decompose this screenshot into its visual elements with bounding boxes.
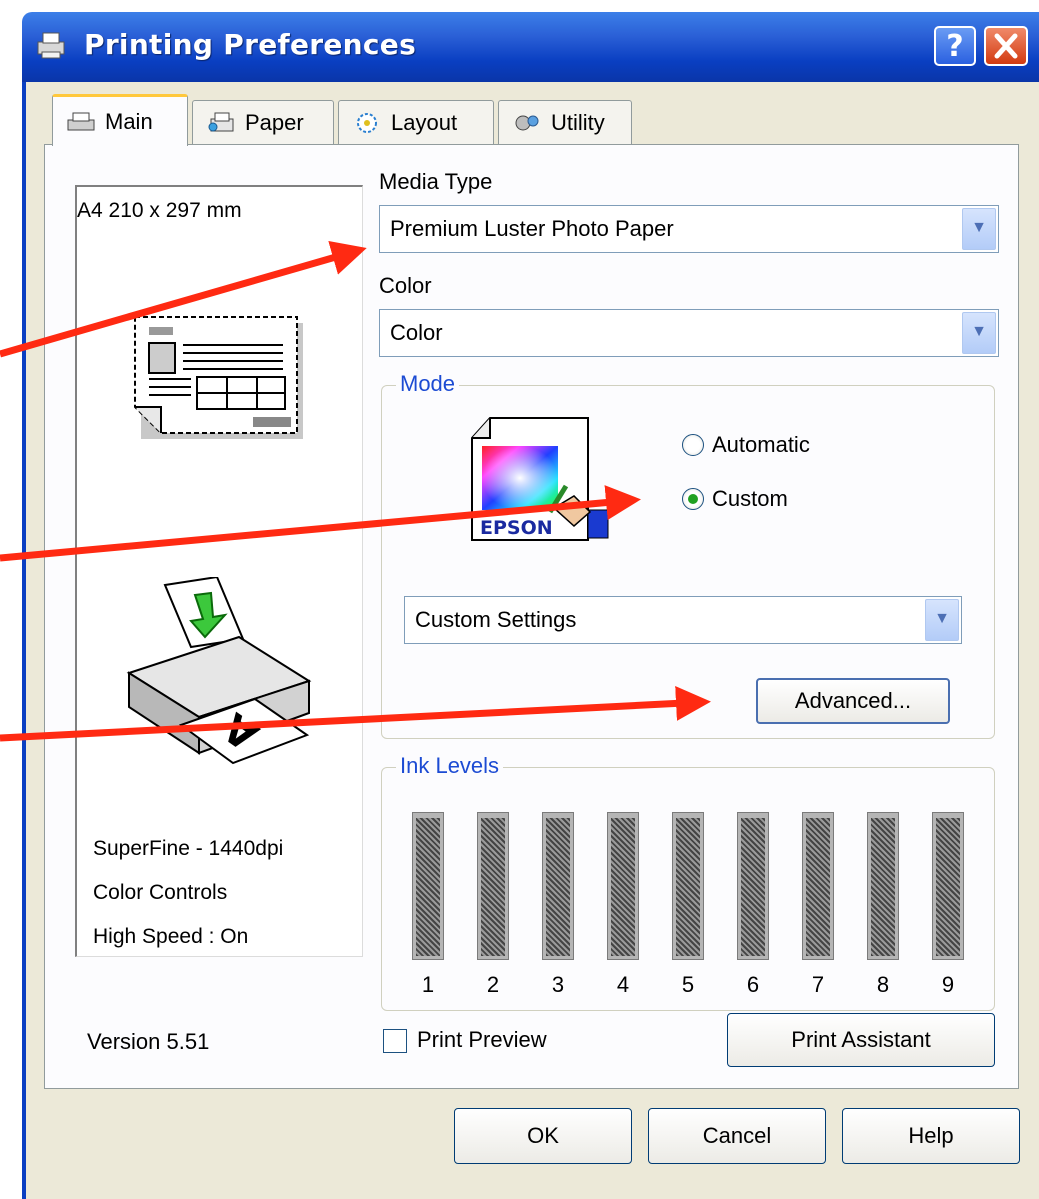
- automatic-radio-label: Automatic: [712, 432, 810, 457]
- ink-level-fill: [481, 818, 505, 956]
- title-bar[interactable]: Printing Preferences ?: [22, 12, 1039, 82]
- media-type-label: Media Type: [379, 169, 493, 194]
- ink-cartridge-number: 4: [616, 972, 630, 997]
- automatic-radio[interactable]: [682, 434, 704, 456]
- custom-settings-select[interactable]: Custom Settings ▼: [404, 596, 962, 644]
- printing-preferences-dialog: Printing Preferences ? Main Paper Layout…: [0, 0, 1039, 1199]
- dialog-client-area: Main Paper Layout Utility A4 210 x 297 m…: [22, 82, 1039, 1199]
- print-preview-checkbox[interactable]: [383, 1029, 407, 1053]
- color-value: Color: [390, 320, 443, 345]
- resolution-text: SuperFine - 1440dpi: [93, 837, 284, 860]
- printer-icon: [37, 32, 65, 59]
- ink-level-fill: [871, 818, 895, 956]
- ink-cartridge-number: 1: [421, 972, 435, 997]
- custom-radio-label: Custom: [712, 486, 788, 511]
- close-icon: [994, 33, 1018, 59]
- window-title: Printing Preferences: [84, 28, 417, 61]
- ink-cartridge-bar: [542, 812, 574, 960]
- tab-label: Main: [105, 108, 153, 134]
- ink-levels-title: Ink Levels: [396, 753, 504, 779]
- chevron-down-icon[interactable]: ▼: [925, 599, 959, 641]
- paper-size-text: A4 210 x 297 mm: [77, 199, 242, 222]
- ink-cartridge-bar: [867, 812, 899, 960]
- layout-tab-icon: [357, 112, 377, 133]
- custom-radio-option[interactable]: Custom: [682, 486, 788, 512]
- ink-level-fill: [546, 818, 570, 956]
- printer-tab-icon: [67, 112, 95, 130]
- tab-main[interactable]: Main: [52, 94, 188, 146]
- automatic-radio-option[interactable]: Automatic: [682, 432, 810, 458]
- mode-group-title: Mode: [396, 371, 460, 397]
- ink-cartridge-bar: [737, 812, 769, 960]
- ink-level-fill: [676, 818, 700, 956]
- custom-settings-value: Custom Settings: [415, 607, 577, 632]
- ok-button[interactable]: OK: [454, 1108, 632, 1164]
- mode-group: Mode EPSON Automatic Custom Custom Setti…: [381, 371, 995, 739]
- tab-utility[interactable]: Utility: [498, 100, 632, 144]
- tab-label: Layout: [391, 109, 458, 135]
- ink-cartridge-number: 9: [941, 972, 955, 997]
- color-controls-text: Color Controls: [93, 881, 228, 904]
- ink-cartridge-number: 8: [876, 972, 890, 997]
- high-speed-text: High Speed : On: [93, 925, 249, 948]
- cancel-button[interactable]: Cancel: [648, 1108, 826, 1164]
- ink-cartridge-bar: [607, 812, 639, 960]
- help-button[interactable]: Help: [842, 1108, 1020, 1164]
- media-type-value: Premium Luster Photo Paper: [390, 216, 674, 241]
- advanced-button[interactable]: Advanced...: [756, 678, 950, 724]
- ink-levels-group: Ink Levels 1 2 3 4 5 6 7 8 9: [381, 753, 995, 1011]
- ink-cartridge-number: 7: [811, 972, 825, 997]
- tab-paper[interactable]: Paper: [192, 100, 334, 144]
- chevron-down-icon[interactable]: ▼: [962, 208, 996, 250]
- color-select[interactable]: Color ▼: [379, 309, 999, 357]
- ink-cartridge-bar: [412, 812, 444, 960]
- ink-cartridge-bar: [477, 812, 509, 960]
- paper-tab-icon: [208, 112, 234, 131]
- main-tab-panel: A4 210 x 297 mm A SuperFine - 1440dpi Co…: [44, 144, 1019, 1089]
- tab-label: Utility: [551, 109, 605, 135]
- version-text: Version 5.51: [87, 1029, 210, 1054]
- ink-level-fill: [416, 818, 440, 956]
- ink-level-fill: [806, 818, 830, 956]
- print-preview-label[interactable]: Print Preview: [417, 1027, 547, 1053]
- close-button[interactable]: [984, 26, 1028, 66]
- chevron-down-icon[interactable]: ▼: [962, 312, 996, 354]
- ink-cartridge-number: 3: [551, 972, 565, 997]
- ink-cartridge-number: 2: [486, 972, 500, 997]
- document-preview-icon: [134, 316, 303, 439]
- ink-cartridge-number: 5: [681, 972, 695, 997]
- ink-cartridge-bar: [932, 812, 964, 960]
- utility-tab-icon: [515, 115, 539, 130]
- title-help-button[interactable]: ?: [934, 26, 976, 66]
- printer-illustration-icon: A: [126, 577, 312, 765]
- color-label: Color: [379, 273, 432, 298]
- tab-label: Paper: [245, 109, 304, 135]
- ink-cartridge-number: 6: [746, 972, 760, 997]
- ink-level-fill: [741, 818, 765, 956]
- print-assistant-button[interactable]: Print Assistant: [727, 1013, 995, 1067]
- ink-cartridge-bar: [802, 812, 834, 960]
- preview-pane: A4 210 x 297 mm A SuperFine - 1440dpi Co…: [75, 185, 363, 957]
- media-type-select[interactable]: Premium Luster Photo Paper ▼: [379, 205, 999, 253]
- epson-color-icon: EPSON: [471, 417, 609, 541]
- ink-level-fill: [611, 818, 635, 956]
- ink-cartridge-bar: [672, 812, 704, 960]
- custom-radio[interactable]: [682, 488, 704, 510]
- ink-level-fill: [936, 818, 960, 956]
- tab-layout[interactable]: Layout: [338, 100, 494, 144]
- svg-text:EPSON: EPSON: [480, 517, 553, 539]
